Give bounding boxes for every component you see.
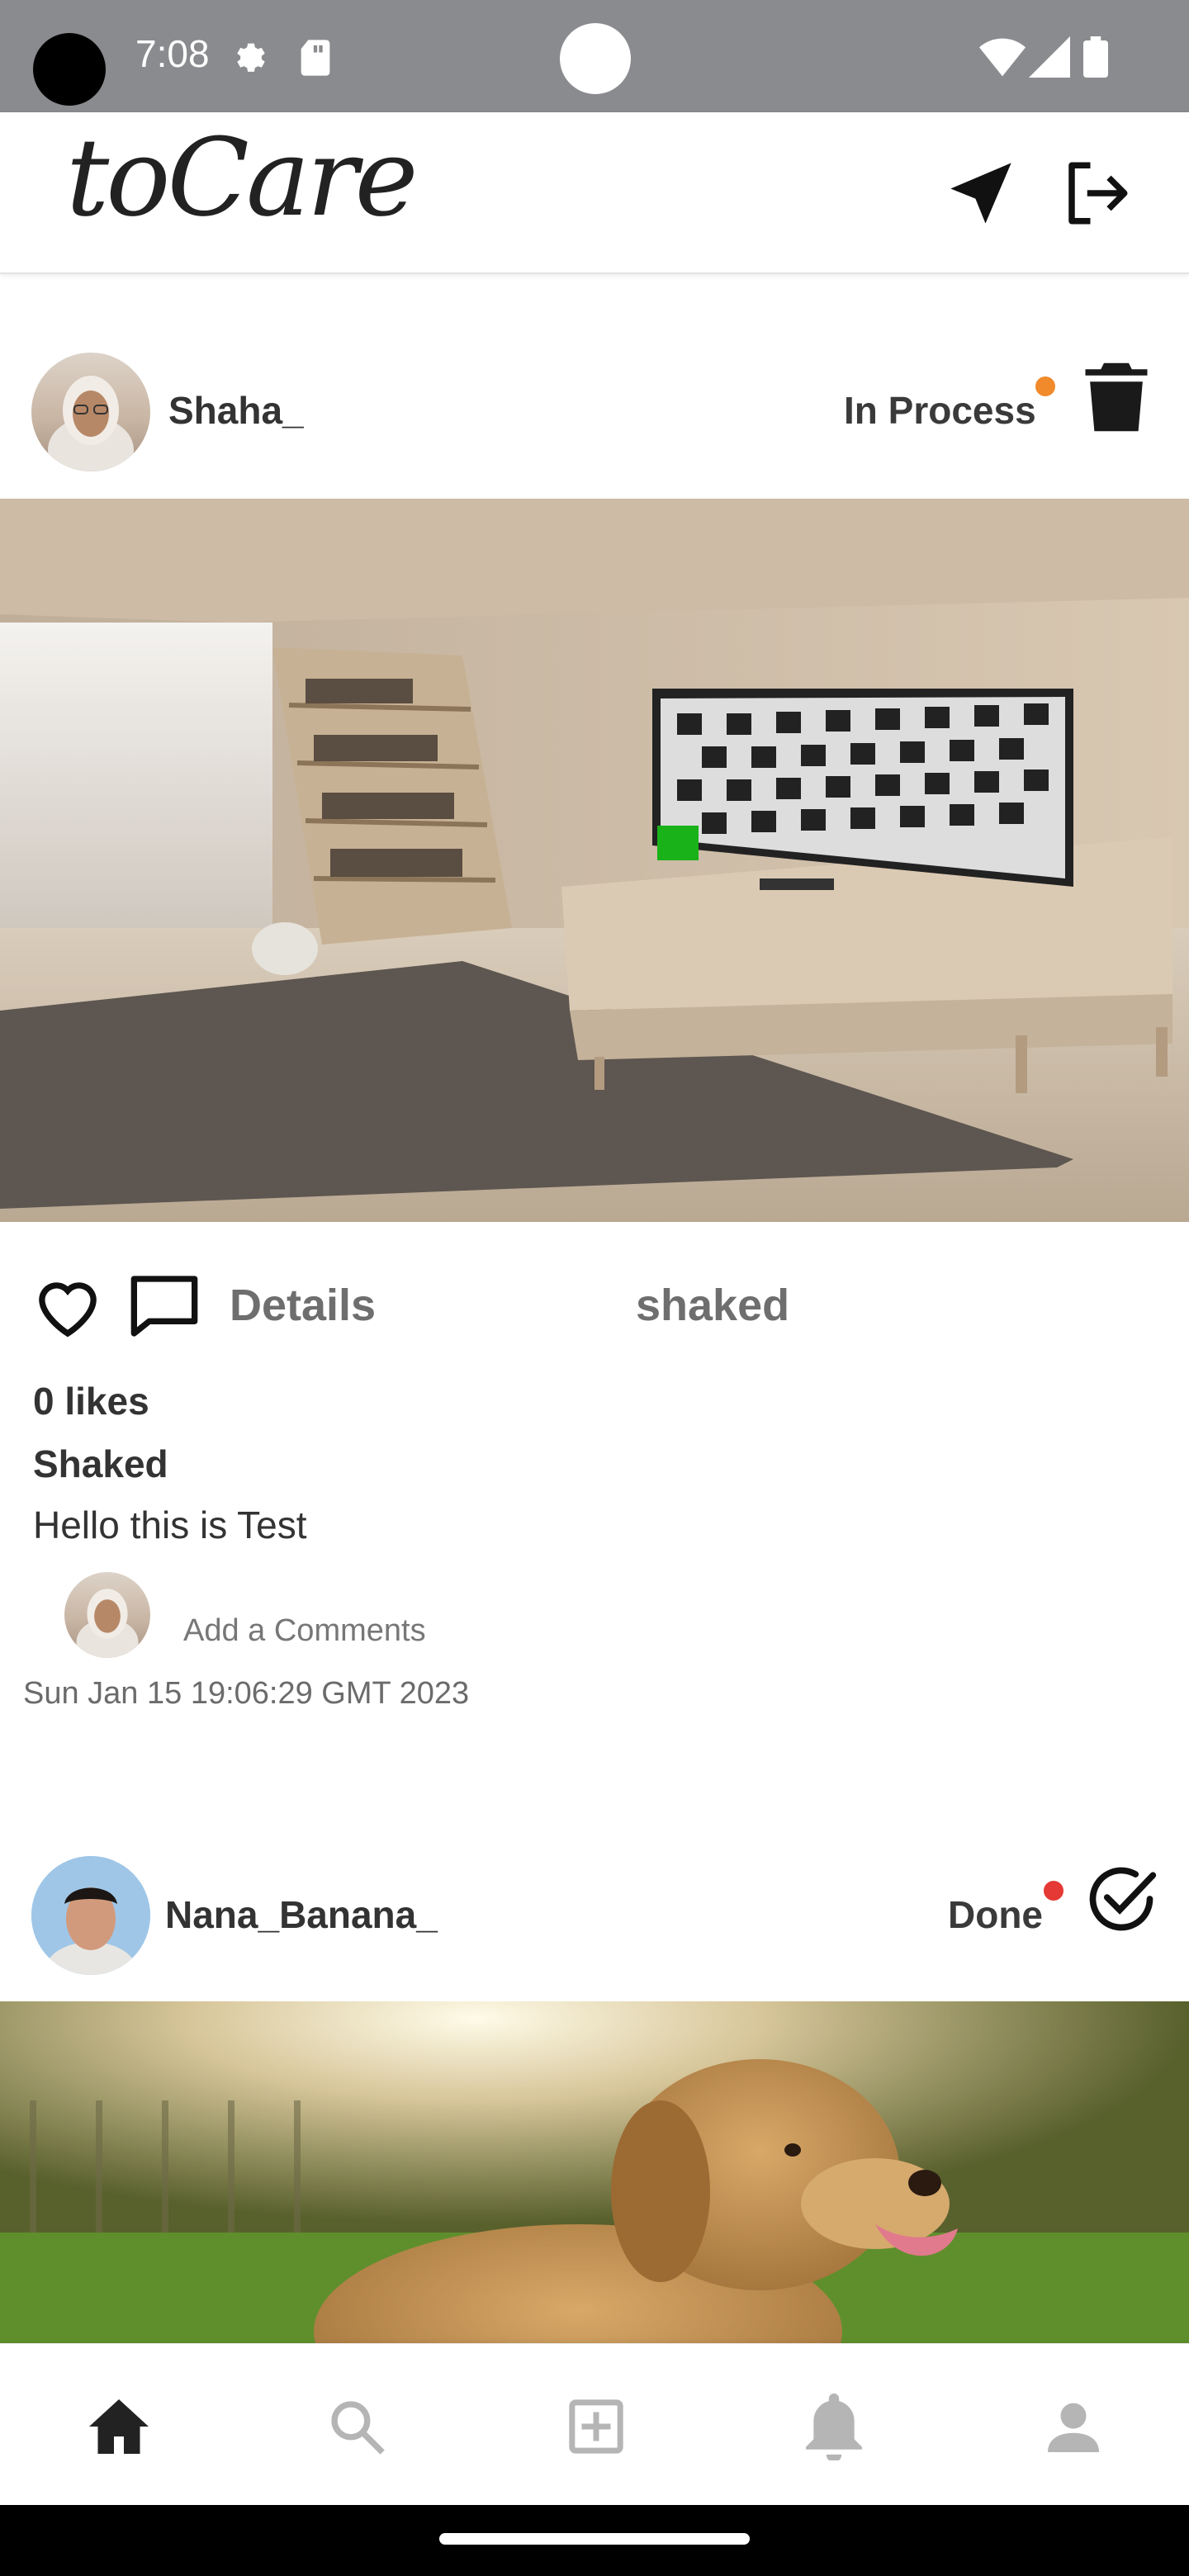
status-indicator-dot [1035,376,1055,396]
post-status: In Process [844,389,1036,432]
post-caption: Hello this is Test [33,1503,307,1546]
settings-gear-icon [230,36,272,83]
camera-cutout [33,33,106,106]
post-username[interactable]: Shaha_ [168,388,304,433]
post-header: Shaha_ In Process [0,330,1189,479]
wifi-icon [979,36,1026,82]
post-username[interactable]: Nana_Banana_ [165,1892,438,1937]
details-link[interactable]: Details [230,1280,376,1331]
avatar[interactable] [31,353,150,471]
trash-icon[interactable] [1085,360,1148,438]
logout-icon[interactable] [1055,152,1138,234]
profile-icon[interactable] [1016,2369,1131,2484]
check-circle-icon[interactable] [1083,1861,1159,1941]
post-image[interactable] [0,499,1189,1222]
comment-avatar [64,1572,150,1658]
post-header: Nana_Banana_ Done [0,1840,1189,1988]
home-icon[interactable] [61,2369,177,2484]
add-post-icon[interactable] [538,2369,654,2484]
post-author[interactable]: Shaked [33,1442,168,1486]
status-indicator-dot [1044,1881,1063,1901]
avatar[interactable] [31,1856,150,1975]
post-timestamp: Sun Jan 15 19:06:29 GMT 2023 [23,1676,470,1711]
post-image[interactable] [0,2001,1189,2343]
home-gesture-handle[interactable] [439,2533,750,2545]
post-tag: shaked [636,1281,790,1330]
gesture-navigation-bar [0,2505,1189,2576]
app-logo: toCare [66,115,419,240]
bottom-navigation [0,2343,1189,2505]
sd-card-icon [297,36,334,83]
send-icon[interactable] [940,152,1022,234]
add-comment-input[interactable]: Add a Comments [183,1613,426,1649]
notifications-icon[interactable] [776,2369,892,2484]
likes-count: 0 likes [33,1380,149,1423]
status-bar: 7:08 [0,0,1189,112]
comment-icon[interactable] [127,1270,201,1347]
search-icon[interactable] [299,2369,414,2484]
battery-icon [1083,36,1108,82]
status-time: 7:08 [135,32,210,75]
signal-icon [1029,36,1070,82]
like-icon[interactable] [31,1270,104,1347]
front-camera [560,23,631,94]
post-actions: Details shaked [0,1268,1189,1351]
post-status: Done [948,1893,1043,1936]
